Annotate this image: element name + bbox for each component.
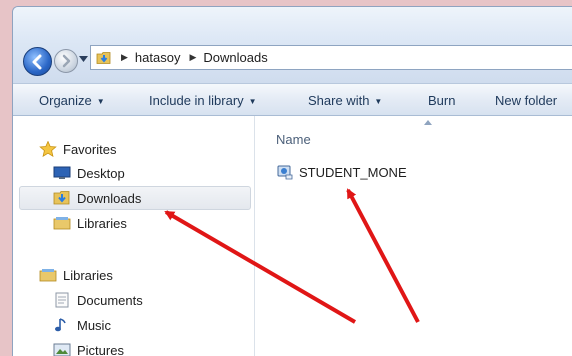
forward-button[interactable] [54, 49, 78, 73]
libraries-icon [53, 215, 71, 231]
breadcrumb-separator-icon[interactable]: ▶ [189, 52, 196, 63]
star-icon [39, 141, 57, 157]
libraries-icon [39, 267, 57, 283]
nav-music-label: Music [77, 318, 111, 333]
dropdown-arrow-icon: ▼ [97, 97, 105, 106]
organize-label: Organize [39, 93, 92, 108]
file-item[interactable]: STUDENT_MONE [276, 163, 407, 181]
nav-pictures[interactable]: Pictures [53, 339, 124, 356]
nav-music[interactable]: Music [53, 314, 111, 336]
sort-ascending-icon [424, 120, 432, 125]
share-label: Share with [308, 93, 369, 108]
nav-downloads[interactable]: Downloads [53, 187, 141, 209]
nav-desktop-label: Desktop [77, 166, 125, 181]
setup-file-icon [276, 163, 294, 181]
dropdown-arrow-icon: ▼ [249, 97, 257, 106]
downloads-folder-icon [53, 190, 71, 206]
share-with-button[interactable]: Share with ▼ [308, 93, 382, 108]
file-name-label: STUDENT_MONE [299, 165, 407, 180]
nav-desktop[interactable]: Desktop [53, 162, 125, 184]
nav-downloads-label: Downloads [77, 191, 141, 206]
nav-pictures-label: Pictures [77, 343, 124, 356]
nav-documents-label: Documents [77, 293, 143, 308]
burn-button[interactable]: Burn [428, 93, 455, 108]
forward-arrow-icon [59, 54, 73, 68]
include-in-library-button[interactable]: Include in library ▼ [149, 93, 257, 108]
command-bar: Organize ▼ Include in library ▼ Share with… [13, 83, 572, 116]
breadcrumb-separator-icon[interactable]: ▶ [121, 52, 128, 63]
pictures-icon [53, 342, 71, 356]
nav-favorites[interactable]: Favorites [39, 138, 116, 160]
include-label: Include in library [149, 93, 244, 108]
nav-libraries-fav-label: Libraries [77, 216, 127, 231]
explorer-window: ▶ hatasoy ▶ Downloads Organize ▼ Include … [12, 6, 572, 356]
organize-button[interactable]: Organize ▼ [39, 93, 105, 108]
desktop-icon [53, 165, 71, 181]
back-button[interactable] [23, 47, 52, 76]
file-list-pane: Name STUDENT_MONE [255, 116, 572, 356]
column-header-name[interactable]: Name [276, 132, 311, 147]
nav-documents[interactable]: Documents [53, 289, 143, 311]
music-icon [53, 317, 71, 333]
nav-libraries[interactable]: Libraries [39, 264, 113, 286]
new-folder-button[interactable]: New folder [495, 93, 557, 108]
back-arrow-icon [30, 54, 46, 70]
address-bar[interactable]: ▶ hatasoy ▶ Downloads [90, 45, 572, 70]
documents-icon [53, 292, 71, 308]
nav-libraries-favorite[interactable]: Libraries [53, 212, 127, 234]
navigation-pane: Favorites Desktop Downloads Libraries [13, 116, 255, 356]
recent-pages-dropdown-icon[interactable] [79, 56, 88, 62]
nav-favorites-label: Favorites [63, 142, 116, 157]
dropdown-arrow-icon: ▼ [374, 97, 382, 106]
breadcrumb-downloads[interactable]: Downloads [203, 50, 267, 65]
downloads-folder-icon [96, 50, 112, 66]
nav-libraries-label: Libraries [63, 268, 113, 283]
breadcrumb-hatasoy[interactable]: hatasoy [135, 50, 181, 65]
